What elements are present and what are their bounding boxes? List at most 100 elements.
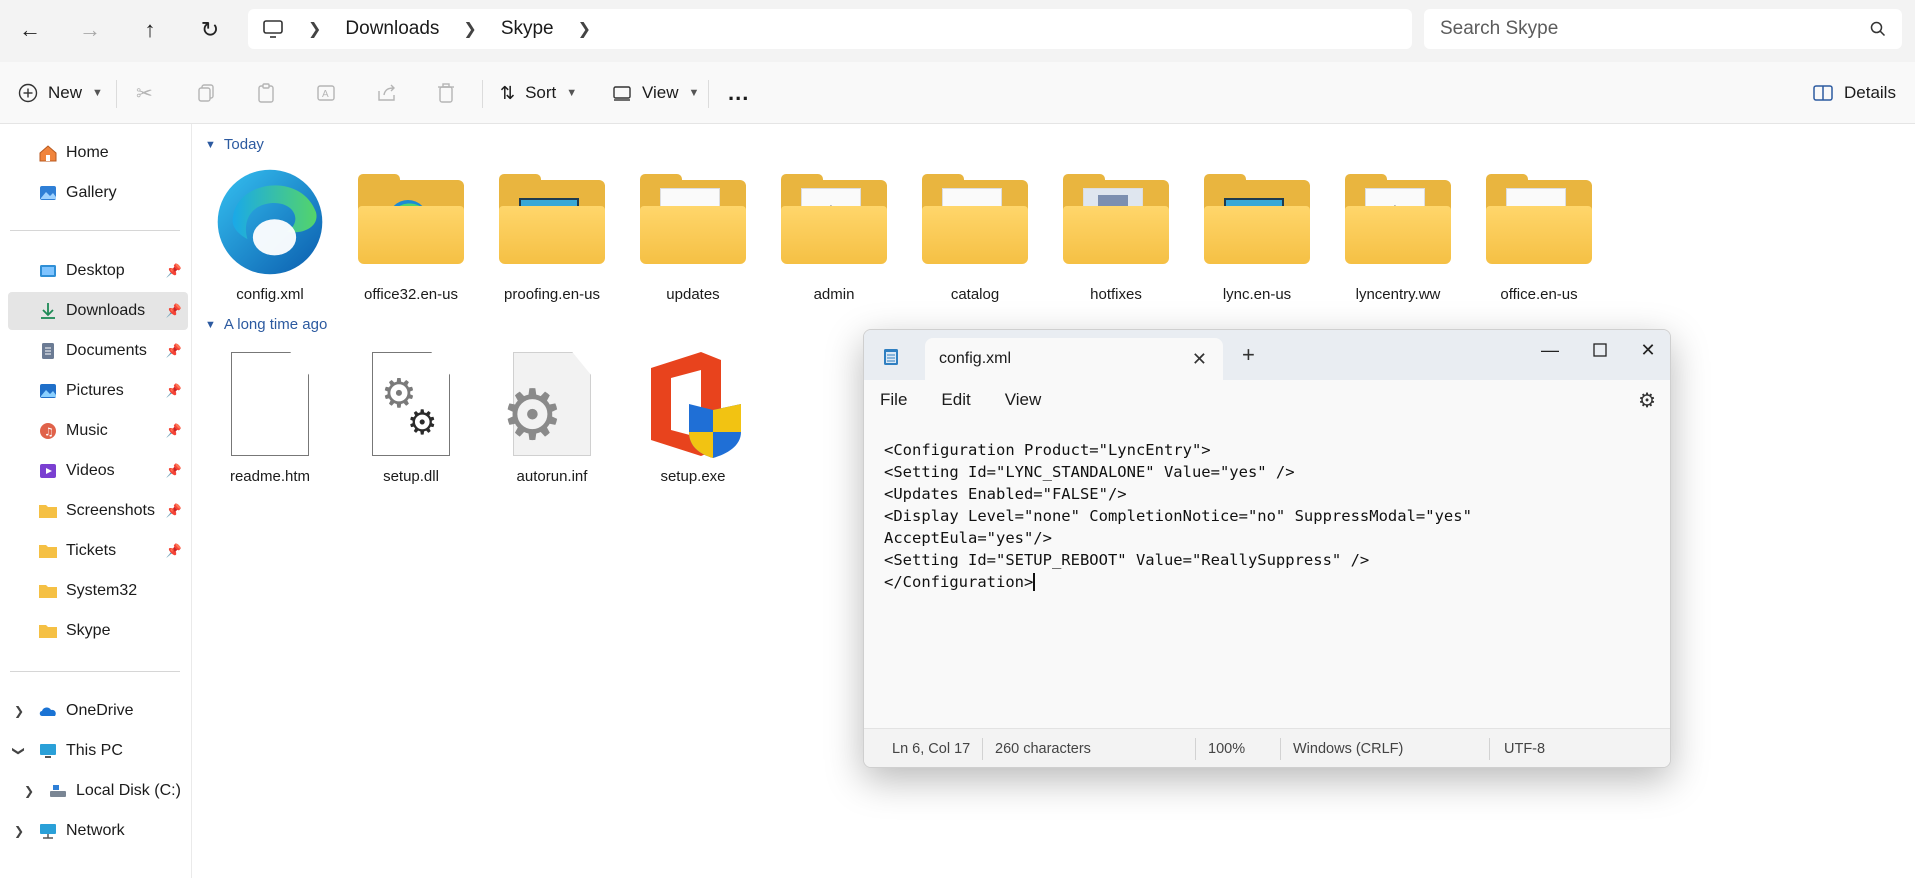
paste-button[interactable] bbox=[256, 62, 276, 124]
text-line: <Configuration Product="LyncEntry"> bbox=[884, 441, 1211, 459]
sidebar-item-music[interactable]: ♫ Music 📌 bbox=[8, 412, 188, 450]
sidebar-item-local-disk[interactable]: ❯ Local Disk (C:) bbox=[8, 772, 188, 810]
sidebar-item-home[interactable]: Home bbox=[8, 134, 188, 172]
sidebar-item-gallery[interactable]: Gallery bbox=[8, 174, 188, 212]
chevron-right-icon[interactable]: ❯ bbox=[14, 704, 24, 718]
chevron-down-icon[interactable]: ❯ bbox=[12, 746, 26, 756]
chevron-down-icon: ▼ bbox=[92, 87, 103, 99]
sidebar-item-label: Skype bbox=[66, 622, 111, 639]
breadcrumb[interactable]: ❯ Downloads ❯ Skype ❯ bbox=[248, 9, 1412, 49]
sidebar-item-documents[interactable]: Documents 📌 bbox=[8, 332, 188, 370]
list-item[interactable]: ◉ catalog bbox=[910, 162, 1040, 312]
pin-icon[interactable]: 📌 bbox=[166, 303, 182, 319]
minimize-button[interactable]: — bbox=[1526, 330, 1574, 370]
folder-icon bbox=[38, 621, 58, 641]
sidebar-item-network[interactable]: ❯ Network bbox=[8, 812, 188, 850]
breadcrumb-downloads[interactable]: Downloads bbox=[345, 18, 439, 40]
chevron-right-icon[interactable]: ❯ bbox=[24, 784, 34, 798]
copy-button[interactable] bbox=[196, 62, 216, 124]
forward-button[interactable]: → bbox=[72, 12, 108, 48]
pin-icon[interactable]: 📌 bbox=[166, 383, 182, 399]
folder-icon bbox=[38, 581, 58, 601]
cut-button[interactable]: ✂ bbox=[136, 62, 153, 124]
sidebar-item-desktop[interactable]: Desktop 📌 bbox=[8, 252, 188, 290]
pin-icon[interactable]: 📌 bbox=[166, 423, 182, 439]
arrow-up-icon: ↑ bbox=[144, 17, 156, 42]
sidebar-item-downloads[interactable]: Downloads 📌 bbox=[8, 292, 188, 330]
notepad-text-area[interactable]: <Configuration Product="LyncEntry"> <Sett… bbox=[884, 439, 1654, 593]
folder-icon bbox=[497, 162, 607, 282]
scissors-icon: ✂ bbox=[136, 82, 153, 105]
pin-icon[interactable]: 📌 bbox=[166, 343, 182, 359]
sidebar-item-skype[interactable]: Skype bbox=[8, 612, 188, 650]
maximize-button[interactable] bbox=[1576, 330, 1624, 370]
share-button[interactable] bbox=[376, 62, 398, 124]
list-item[interactable]: ⚙ admin bbox=[769, 162, 899, 312]
encoding[interactable]: UTF-8 bbox=[1504, 741, 1545, 757]
sidebar-item-system32[interactable]: System32 bbox=[8, 572, 188, 610]
back-button[interactable]: ← bbox=[12, 12, 48, 48]
new-button[interactable]: New ▼ bbox=[18, 62, 103, 124]
new-tab-button[interactable]: + bbox=[1242, 342, 1255, 368]
arrow-right-icon: → bbox=[79, 17, 101, 42]
list-item[interactable]: lync.en-us bbox=[1192, 162, 1322, 312]
line-ending[interactable]: Windows (CRLF) bbox=[1293, 741, 1489, 757]
char-count: 260 characters bbox=[995, 740, 1091, 757]
sidebar-item-screenshots[interactable]: Screenshots 📌 bbox=[8, 492, 188, 530]
list-item[interactable]: proofing.en-us bbox=[487, 162, 617, 312]
menu-file[interactable]: File bbox=[880, 390, 907, 410]
sidebar-item-label: Music bbox=[66, 422, 108, 439]
sidebar-item-this-pc[interactable]: ❯ This PC bbox=[8, 732, 188, 770]
list-item[interactable]: ⚙ ⚙ setup.dll bbox=[346, 344, 476, 494]
pin-icon[interactable]: 📌 bbox=[166, 543, 182, 559]
menu-view[interactable]: View bbox=[1005, 390, 1042, 410]
list-item[interactable]: ⚙ lyncentry.ww bbox=[1333, 162, 1463, 312]
close-button[interactable]: ✕ bbox=[1624, 330, 1670, 370]
folder-icon bbox=[638, 162, 748, 282]
list-item[interactable]: setup.exe bbox=[628, 344, 758, 494]
sidebar-item-onedrive[interactable]: ❯ OneDrive bbox=[8, 692, 188, 730]
notepad-window[interactable]: config.xml ✕ + — ✕ File Edit View ⚙ <Con… bbox=[863, 329, 1671, 768]
zoom-level[interactable]: 100% bbox=[1208, 741, 1280, 757]
sidebar-item-label: Documents bbox=[66, 342, 147, 359]
text-line: <Setting Id="SETUP_REBOOT" Value="Really… bbox=[884, 551, 1370, 569]
cursor-position[interactable]: Ln 6, Col 17 bbox=[892, 741, 982, 757]
pin-icon[interactable]: 📌 bbox=[166, 463, 182, 479]
close-tab-icon[interactable]: ✕ bbox=[1192, 349, 1207, 370]
list-item[interactable]: ⚙ autorun.inf bbox=[487, 344, 617, 494]
list-item[interactable]: hotfixes bbox=[1051, 162, 1181, 312]
refresh-button[interactable]: ↻ bbox=[192, 12, 228, 48]
up-button[interactable]: ↑ bbox=[132, 12, 168, 48]
view-button[interactable]: View ▼ bbox=[612, 62, 699, 124]
group-header-today[interactable]: ▼ Today bbox=[205, 136, 264, 153]
chevron-right-icon[interactable]: ❯ bbox=[14, 824, 24, 838]
sort-button[interactable]: ⇅ Sort ▼ bbox=[500, 62, 577, 124]
sidebar-item-videos[interactable]: Videos 📌 bbox=[8, 452, 188, 490]
pin-icon[interactable]: 📌 bbox=[166, 503, 182, 519]
list-item[interactable]: office32.en-us bbox=[346, 162, 476, 312]
details-button[interactable]: Details bbox=[1812, 62, 1896, 124]
delete-button[interactable] bbox=[436, 62, 456, 124]
rename-button[interactable]: A bbox=[316, 62, 338, 124]
menu-edit[interactable]: Edit bbox=[941, 390, 970, 410]
breadcrumb-skype[interactable]: Skype bbox=[501, 18, 554, 40]
settings-gear-icon[interactable]: ⚙ bbox=[1638, 388, 1656, 413]
more-options-button[interactable]: ... bbox=[728, 62, 749, 124]
list-item[interactable]: config.xml bbox=[205, 162, 335, 312]
sidebar-item-pictures[interactable]: Pictures 📌 bbox=[8, 372, 188, 410]
search-input[interactable]: Search Skype bbox=[1440, 18, 1558, 40]
divider bbox=[1195, 737, 1196, 760]
list-item[interactable]: readme.htm bbox=[205, 344, 335, 494]
list-item[interactable]: office.en-us bbox=[1474, 162, 1604, 312]
sidebar-item-tickets[interactable]: Tickets 📌 bbox=[8, 532, 188, 570]
notepad-tab[interactable]: config.xml ✕ bbox=[925, 338, 1223, 380]
folder-icon: ⚙ bbox=[779, 162, 889, 282]
search-box[interactable]: Search Skype bbox=[1424, 9, 1902, 49]
file-name: hotfixes bbox=[1090, 286, 1142, 303]
file-name: config.xml bbox=[236, 286, 304, 303]
group-header-old[interactable]: ▼ A long time ago bbox=[205, 316, 327, 333]
list-item[interactable]: updates bbox=[628, 162, 758, 312]
notepad-titlebar[interactable]: config.xml ✕ + — ✕ bbox=[864, 330, 1670, 380]
pin-icon[interactable]: 📌 bbox=[166, 263, 182, 279]
view-icon bbox=[613, 86, 631, 101]
